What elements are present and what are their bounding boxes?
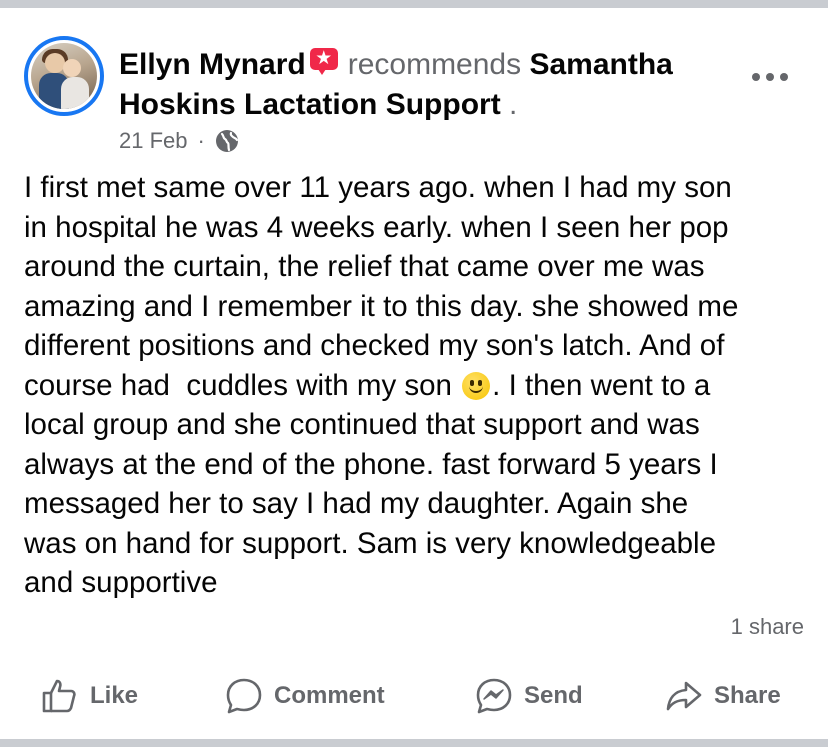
- post-date[interactable]: 21 Feb: [119, 128, 188, 154]
- avatar-photo: [31, 43, 97, 109]
- more-options-icon[interactable]: [752, 73, 788, 81]
- comment-icon: [226, 678, 262, 714]
- post-body: I first met same over 11 years ago. when…: [24, 168, 814, 603]
- recommend-star-icon: ★: [309, 48, 340, 76]
- trailing-dot: .: [509, 88, 518, 121]
- comment-label: Comment: [274, 682, 385, 709]
- post-title: Ellyn Mynard ★ recommends Samantha Hoskins …: [119, 45, 769, 125]
- thumbs-up-icon: [42, 679, 76, 713]
- like-label: Like: [90, 682, 139, 709]
- post-body-part1: I first met same over 11 years ago. when…: [24, 171, 739, 402]
- action-bar: Like Comment Send Share: [0, 666, 828, 726]
- post-meta: 21 Feb ·: [119, 128, 239, 154]
- avatar[interactable]: [24, 36, 104, 116]
- comment-button[interactable]: Comment: [224, 666, 385, 726]
- post-card: Ellyn Mynard ★ recommends Samantha Hoskins …: [0, 8, 828, 739]
- messenger-icon: [476, 678, 512, 714]
- post-body-part2: . I then went to a local group and she c…: [24, 368, 718, 600]
- share-arrow-icon: [666, 681, 702, 711]
- like-button[interactable]: Like: [40, 666, 138, 726]
- share-label: Share: [714, 682, 781, 709]
- recommends-label: recommends: [347, 48, 522, 81]
- smiley-emoji-icon: [462, 371, 491, 400]
- send-label: Send: [524, 682, 583, 709]
- author-name[interactable]: Ellyn Mynard: [119, 48, 306, 81]
- send-button[interactable]: Send: [474, 666, 583, 726]
- share-count[interactable]: 1 share: [731, 614, 804, 640]
- share-button[interactable]: Share: [664, 666, 781, 726]
- meta-separator: ·: [197, 128, 205, 153]
- globe-icon: [215, 130, 238, 152]
